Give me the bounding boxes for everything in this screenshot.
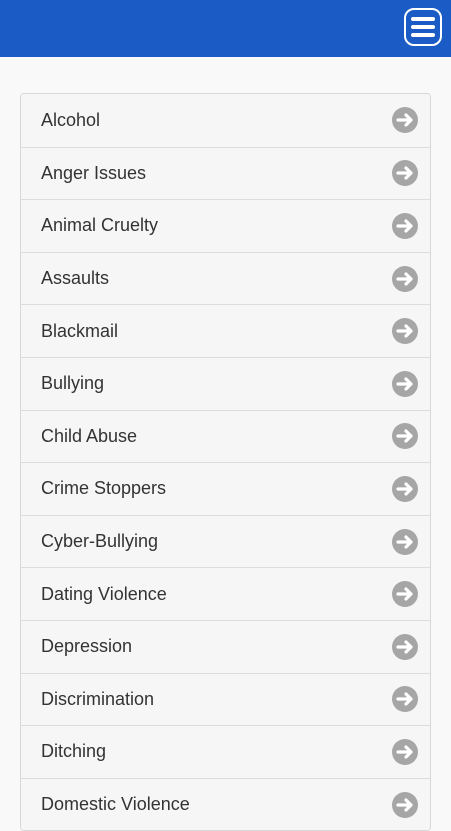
topic-list-item[interactable]: Alcohol	[21, 94, 430, 147]
arrow-right-circle-icon	[392, 528, 418, 555]
topic-list-item-label: Crime Stoppers	[41, 478, 167, 499]
topic-list-item[interactable]: Cyber-Bullying	[21, 514, 430, 568]
arrow-right-circle-icon	[392, 370, 418, 397]
arrow-right-circle-icon	[392, 265, 418, 292]
topic-list-item-label: Blackmail	[41, 320, 119, 341]
app-header	[0, 0, 451, 57]
topic-list: Alcohol Anger Issues Animal Cruelty Assault…	[20, 93, 431, 831]
arrow-right-circle-icon	[392, 160, 418, 187]
hamburger-menu-icon	[411, 25, 435, 29]
arrow-right-circle-icon	[392, 107, 418, 134]
arrow-right-circle-icon	[392, 475, 418, 502]
arrow-right-circle-icon	[392, 791, 418, 818]
arrow-right-circle-icon	[392, 212, 418, 239]
topic-list-item[interactable]: Child Abuse	[21, 409, 430, 463]
arrow-right-circle-icon	[392, 738, 418, 765]
topic-list-item-label: Animal Cruelty	[41, 215, 159, 236]
topic-list-item-label: Ditching	[41, 741, 107, 762]
topic-list-item-label: Depression	[41, 636, 133, 657]
topic-list-item-label: Dating Violence	[41, 583, 167, 604]
topic-list-item[interactable]: Crime Stoppers	[21, 462, 430, 515]
arrow-right-circle-icon	[392, 581, 418, 608]
topic-list-item[interactable]: Depression	[21, 619, 430, 673]
topic-list-item-label: Child Abuse	[41, 425, 138, 446]
topic-list-item-label: Alcohol	[41, 109, 101, 130]
arrow-right-circle-icon	[392, 686, 418, 713]
topic-list-item[interactable]: Bullying	[21, 356, 430, 410]
arrow-right-circle-icon	[392, 318, 418, 345]
topic-list-item-label: Assaults	[41, 268, 110, 289]
menu-button[interactable]	[404, 8, 442, 46]
topic-list-item[interactable]: Blackmail	[21, 304, 430, 357]
topic-list-item[interactable]: Ditching	[21, 725, 430, 778]
topic-list-item[interactable]: Dating Violence	[21, 567, 430, 620]
topic-list-item[interactable]: Discrimination	[21, 672, 430, 726]
topic-list-item-label: Domestic Violence	[41, 794, 190, 815]
hamburger-menu-icon	[411, 17, 435, 21]
arrow-right-circle-icon	[392, 633, 418, 660]
topic-list-item-label: Bullying	[41, 373, 105, 394]
topic-list-item-label: Anger Issues	[41, 162, 147, 183]
topic-list-item[interactable]: Assaults	[21, 251, 430, 305]
topic-list-item-label: Discrimination	[41, 688, 155, 709]
hamburger-menu-icon	[411, 33, 435, 37]
topic-list-item-label: Cyber-Bullying	[41, 531, 159, 552]
topic-list-item[interactable]: Domestic Violence	[21, 777, 430, 831]
arrow-right-circle-icon	[392, 423, 418, 450]
topic-list-item[interactable]: Animal Cruelty	[21, 199, 430, 252]
topic-list-item[interactable]: Anger Issues	[21, 146, 430, 200]
